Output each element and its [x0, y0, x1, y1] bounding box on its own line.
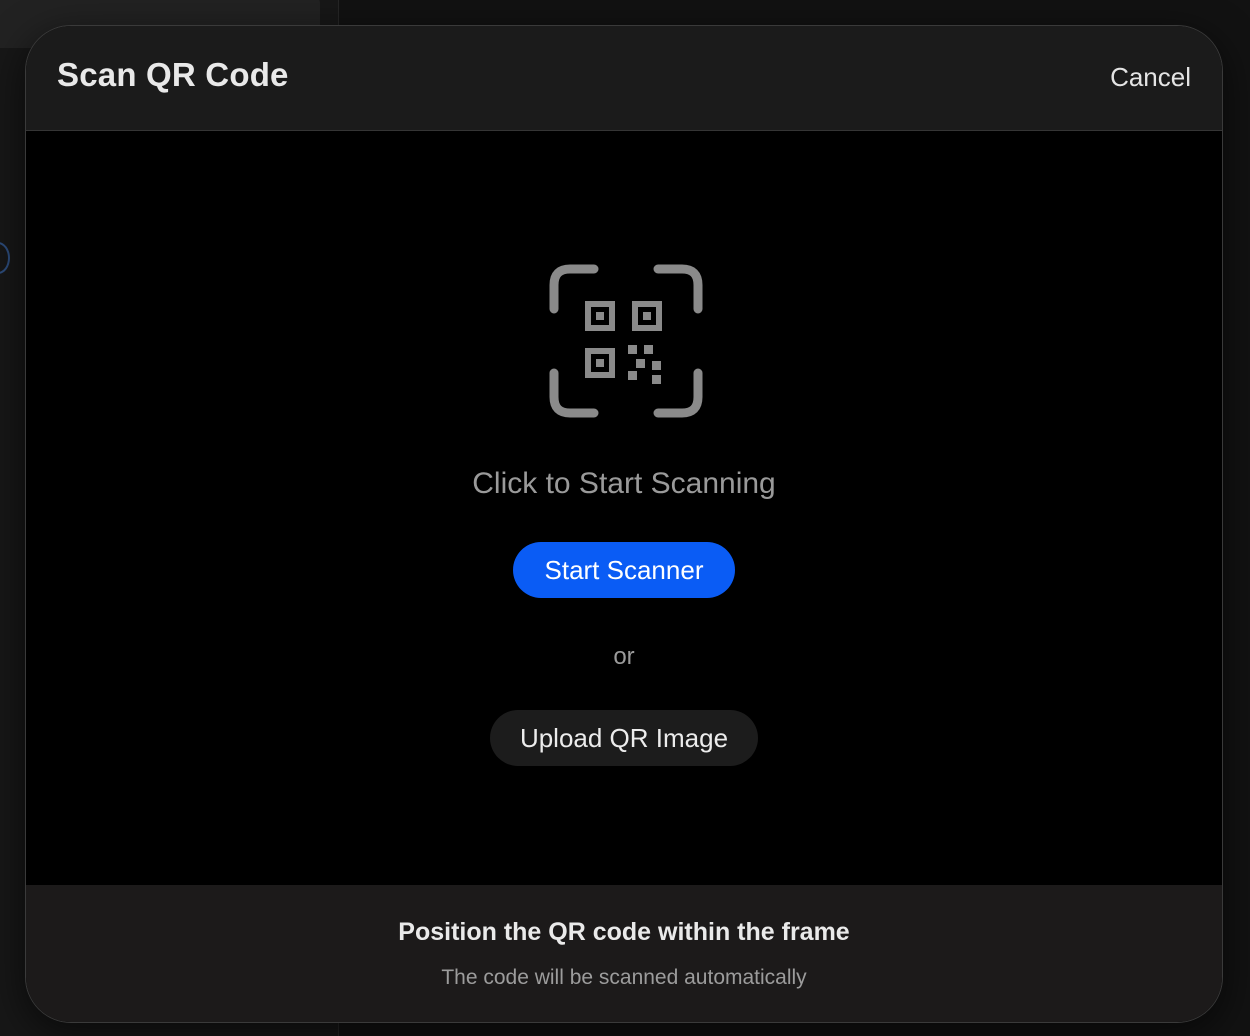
qr-scan-icon	[549, 264, 703, 418]
scan-area[interactable]: Click to Start Scanning Start Scanner or…	[26, 131, 1222, 885]
footer-subtext: The code will be scanned automatically	[441, 966, 807, 989]
dialog-footer: Position the QR code within the frame Th…	[26, 885, 1222, 1022]
scan-prompt: Click to Start Scanning	[472, 467, 776, 500]
background-indicator	[0, 242, 10, 274]
footer-instruction: Position the QR code within the frame	[398, 918, 850, 946]
scan-qr-dialog: Scan QR Code Cancel Click to Start Scann…	[25, 25, 1223, 1023]
or-divider: or	[613, 643, 635, 670]
start-scanner-button[interactable]: Start Scanner	[513, 542, 735, 598]
cancel-button[interactable]: Cancel	[1110, 62, 1191, 93]
dialog-title: Scan QR Code	[57, 56, 289, 93]
upload-qr-image-button[interactable]: Upload QR Image	[490, 710, 758, 766]
dialog-header: Scan QR Code Cancel	[26, 26, 1222, 131]
